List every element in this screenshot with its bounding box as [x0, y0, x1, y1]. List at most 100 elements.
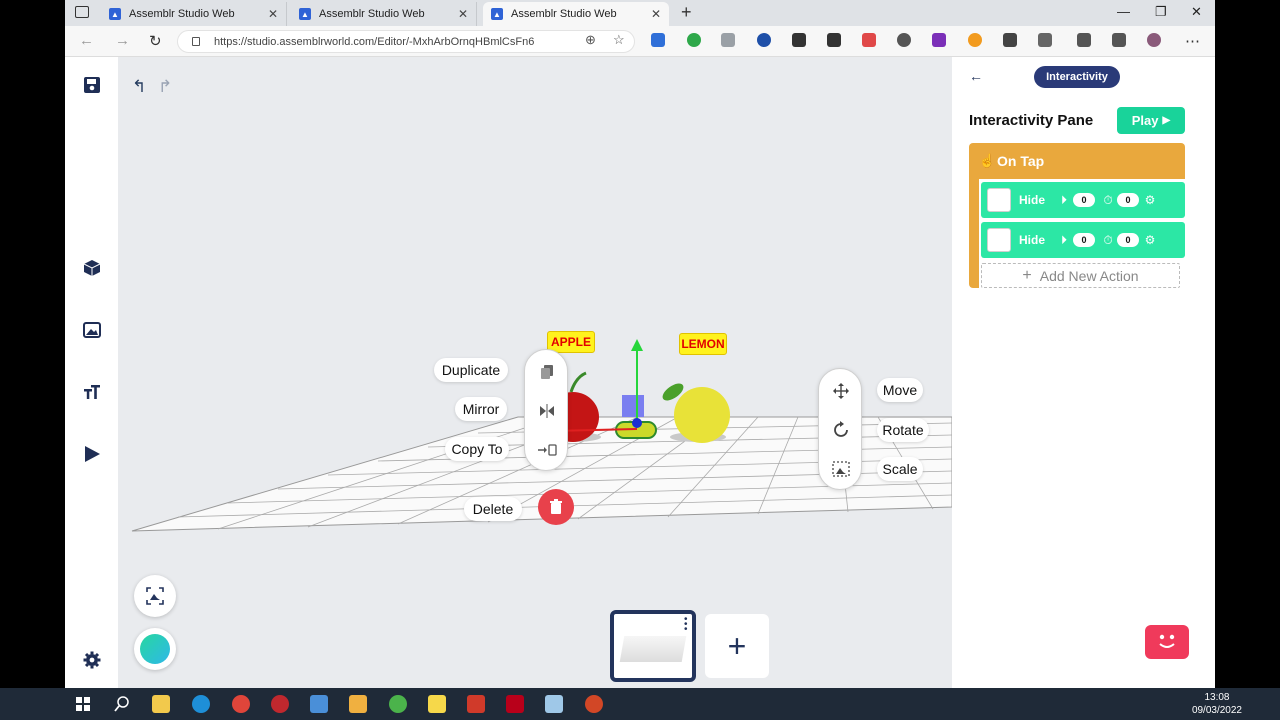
close-window-button[interactable]: ✕	[1191, 4, 1202, 20]
media-icon[interactable]	[349, 695, 367, 713]
extension-onenote-icon[interactable]	[932, 33, 946, 47]
refresh-icon[interactable]: ↻	[149, 32, 162, 50]
action-target-thumbnail	[987, 188, 1011, 212]
action-block-1[interactable]: Hide ⏵ 0 ⏱ 0 ⚙	[981, 182, 1185, 218]
chrome-icon[interactable]	[232, 695, 250, 713]
duplicate-icon[interactable]	[537, 362, 557, 382]
search-icon[interactable]	[114, 696, 130, 712]
left-toolbar	[65, 57, 118, 688]
capture-screenshot-button[interactable]	[134, 575, 176, 617]
delete-trash-button[interactable]	[538, 489, 574, 525]
play-button[interactable]: Play ▶	[1117, 107, 1185, 134]
extensions-puzzle-icon[interactable]	[1038, 33, 1052, 47]
assemblr-favicon-icon: ▲	[299, 8, 311, 20]
plus-icon: +	[1022, 266, 1032, 284]
object-cube-icon[interactable]	[82, 258, 102, 278]
screen-right-border	[1215, 0, 1280, 688]
scale-label[interactable]: Scale	[877, 457, 923, 481]
sticky-notes-icon[interactable]	[428, 695, 446, 713]
duplicate-label[interactable]: Duplicate	[434, 358, 508, 382]
store-icon[interactable]	[310, 695, 328, 713]
text-icon[interactable]	[82, 382, 102, 402]
action-settings-gear-icon[interactable]: ⚙	[1141, 193, 1159, 207]
action-block-2[interactable]: Hide ⏵ 0 ⏱ 0 ⚙	[981, 222, 1185, 258]
assemblr-favicon-icon: ▲	[109, 8, 121, 20]
browser-menu-icon[interactable]: ⋯	[1185, 32, 1200, 50]
extension-box-icon[interactable]	[827, 33, 841, 47]
duration-value[interactable]: 0	[1117, 193, 1139, 207]
add-scene-button[interactable]: +	[705, 614, 769, 678]
trigger-label: On Tap	[997, 153, 1045, 169]
scale-icon[interactable]	[831, 459, 851, 479]
play-triangle-icon[interactable]	[82, 444, 102, 464]
system-clock[interactable]: 13:08 09/03/2022	[1192, 691, 1242, 717]
browser-tab-3-active[interactable]: ▲ Assemblr Studio Web ✕	[483, 2, 669, 26]
action-label: Hide	[1019, 233, 1046, 247]
move-icon[interactable]	[831, 381, 851, 401]
rotate-icon[interactable]	[831, 420, 851, 440]
delete-label[interactable]: Delete	[464, 497, 522, 521]
add-new-action-button[interactable]: + Add New Action	[981, 263, 1180, 288]
windows-start-icon[interactable]	[76, 697, 90, 711]
extension-megaphone-icon[interactable]	[862, 33, 876, 47]
url-field[interactable]: https://studio.assemblrworld.com/Editor/…	[177, 30, 635, 53]
capture-frame-icon	[146, 587, 164, 605]
new-tab-button[interactable]: +	[681, 2, 692, 23]
tab-close-icon[interactable]: ✕	[651, 7, 661, 21]
opera-icon[interactable]	[271, 695, 289, 713]
scene-options-icon[interactable]: • • •	[684, 615, 689, 635]
tab-close-icon[interactable]: ✕	[268, 7, 278, 21]
mirror-label[interactable]: Mirror	[455, 397, 507, 421]
delay-value[interactable]: 0	[1073, 193, 1095, 207]
assemblr-favicon-icon: ▲	[491, 8, 503, 20]
copy-to-label[interactable]: Copy To	[445, 437, 509, 461]
browser-tab-2[interactable]: ▲ Assemblr Studio Web ✕	[291, 2, 477, 26]
duration-value[interactable]: 0	[1117, 233, 1139, 247]
office-icon[interactable]	[467, 695, 485, 713]
favorites-icon[interactable]	[1077, 33, 1091, 47]
image-icon[interactable]	[82, 320, 102, 340]
flash-icon[interactable]	[506, 695, 524, 713]
minimize-button[interactable]: —	[1117, 4, 1130, 19]
save-icon[interactable]	[82, 75, 102, 95]
scene-thumbnail-1[interactable]: • • •	[610, 610, 696, 682]
transform-tool-column	[818, 368, 862, 490]
copy-to-icon[interactable]	[537, 440, 557, 460]
on-tap-trigger-block[interactable]: ☝ On Tap	[969, 143, 1185, 179]
extension-pinterest-icon[interactable]	[897, 33, 911, 47]
file-explorer-icon[interactable]	[152, 695, 170, 713]
tab-close-icon[interactable]: ✕	[458, 7, 468, 21]
edge-icon[interactable]	[192, 695, 210, 713]
extension-evernote-icon[interactable]	[687, 33, 701, 47]
settings-gear-icon[interactable]	[82, 650, 102, 670]
zoom-icon[interactable]: ⊕	[585, 32, 596, 48]
extension-pen-icon[interactable]	[651, 33, 665, 47]
delay-value[interactable]: 0	[1073, 233, 1095, 247]
scene-preview	[619, 636, 687, 662]
mirror-icon[interactable]	[537, 401, 557, 421]
back-arrow-icon[interactable]: ←	[79, 32, 94, 49]
profile-avatar[interactable]	[1147, 33, 1161, 47]
browser-tab-1[interactable]: ▲ Assemblr Studio Web ✕	[101, 2, 287, 26]
action-settings-gear-icon[interactable]: ⚙	[1141, 233, 1159, 247]
rotate-label[interactable]: Rotate	[877, 418, 929, 442]
chat-app-icon[interactable]	[389, 695, 407, 713]
support-chat-button[interactable]	[1145, 625, 1189, 659]
notes-app-icon[interactable]	[545, 695, 563, 713]
powerpoint-icon[interactable]	[585, 695, 603, 713]
extension-hex-icon[interactable]	[721, 33, 735, 47]
collections-icon[interactable]	[1112, 33, 1126, 47]
scene-color-button[interactable]	[134, 628, 176, 670]
move-label[interactable]: Move	[877, 378, 923, 402]
favorite-star-icon[interactable]: ☆	[613, 32, 625, 48]
extension-orange-icon[interactable]	[968, 33, 982, 47]
extension-camera-icon[interactable]	[1003, 33, 1017, 47]
extension-d-icon[interactable]	[757, 33, 771, 47]
panel-back-arrow-icon[interactable]: ←	[969, 68, 983, 84]
scene-canvas[interactable]: ↰ ↱ APPLE LEMON Duplicate Mirror Copy To…	[118, 57, 952, 688]
forward-arrow-icon[interactable]: →	[115, 32, 130, 49]
tab-actions-icon[interactable]	[75, 6, 89, 18]
scene-objects	[542, 339, 730, 443]
maximize-button[interactable]: ❐	[1155, 4, 1167, 20]
extension-grid-icon[interactable]	[792, 33, 806, 47]
